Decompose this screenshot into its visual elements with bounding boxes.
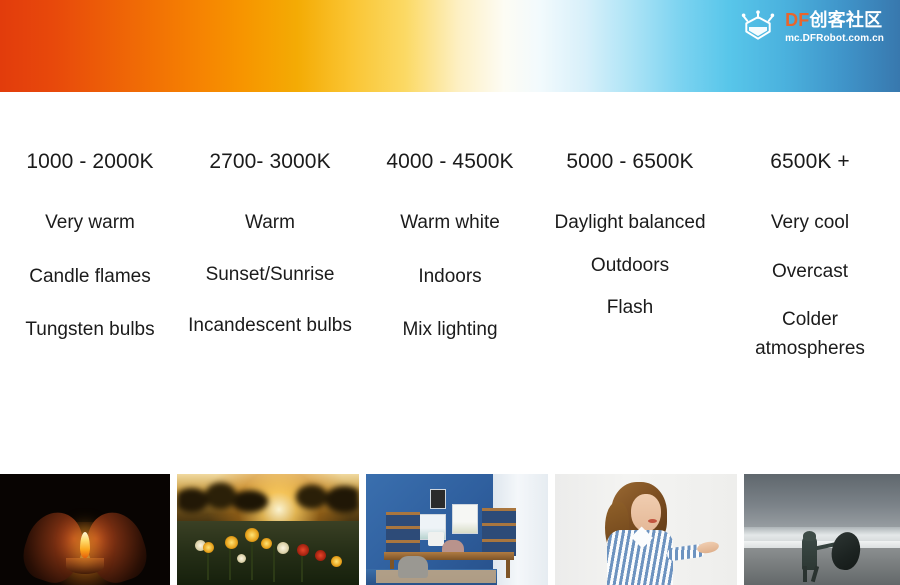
color-temperature-table: 1000 - 2000K Very warm Candle flames Tun… [0,150,900,364]
temperature-column-4: 5000 - 6500K Daylight balanced Outdoors … [540,150,720,364]
desk-leg [506,560,510,578]
column-items: Very cool Overcast Colder atmospheres [726,208,894,364]
temperature-column-1: 1000 - 2000K Very warm Candle flames Tun… [0,150,180,364]
list-item: Warm [245,212,295,234]
photo-person-with-umbrella-stormy-beach [744,474,900,585]
flower [237,554,246,563]
photo-woman-in-striped-shirt [555,474,737,585]
flower [245,528,259,542]
list-item: Tungsten bulbs [25,319,155,341]
list-item: Outdoors [590,254,670,276]
wall-frame [452,504,478,534]
dfrobot-community-logo: DF创客社区 mc.DFRobot.com.cn [740,9,884,45]
photo-sunset-over-flower-meadow [177,474,359,585]
overcast-sky [744,474,900,530]
flower-stem [273,544,275,582]
flower [225,536,238,549]
list-item: Flash [606,297,654,319]
list-item: Mix lighting [402,319,498,341]
tree-line [177,474,359,518]
meadow-ground [177,521,359,585]
kelvin-range-label: 2700- 3000K [209,150,331,173]
armchair [398,556,428,578]
temperature-column-2: 2700- 3000K Warm Sunset/Sunrise Incandes… [180,150,360,364]
wall-frame [430,489,446,509]
kelvin-range-label: 6500K + [770,150,850,173]
dfrobot-robot-head-icon [740,9,776,45]
list-item: Sunset/Sunrise [205,263,335,285]
kelvin-range-label: 1000 - 2000K [26,150,154,173]
column-items: Very warm Candle flames Tungsten bulbs [6,208,174,344]
kelvin-range-label: 4000 - 4500K [386,150,514,173]
flame [80,532,90,558]
logo-url: mc.DFRobot.com.cn [785,32,884,44]
column-items: Warm white Indoors Mix lighting [366,208,534,344]
bookshelf-right [482,508,516,556]
list-item: Incandescent bulbs [188,315,352,337]
oil-lamp [66,558,104,574]
list-item: Overcast [771,260,849,282]
column-items: Daylight balanced Outdoors Flash [546,208,714,322]
list-item: Warm white [400,212,500,234]
color-temperature-infographic: DF创客社区 mc.DFRobot.com.cn 1000 - 2000K Ve… [0,0,900,585]
flower [277,542,289,554]
face [631,494,661,532]
column-items: Warm Sunset/Sunrise Incandescent bulbs [186,208,354,340]
rug [376,570,496,583]
flower [331,556,342,567]
flower [261,538,272,549]
list-item: Candle flames [29,265,151,287]
temperature-column-5: 6500K + Very cool Overcast Colder atmosp… [720,150,900,364]
leg [803,566,807,582]
photo-blue-wall-office-interior [366,474,548,585]
example-photo-strip [0,474,900,585]
list-item: Very warm [45,212,135,234]
list-item: Colder atmospheres [755,309,865,360]
logo-brand: DF创客社区 [785,11,884,29]
flower [203,542,214,553]
photo-candle-flame-in-hands [0,474,170,585]
list-item: Daylight balanced [554,212,706,234]
lips [648,519,657,523]
flower [297,544,309,556]
logo-brand-cn: 创客社区 [809,9,883,30]
logo-brand-df: DF [785,9,810,30]
hood [803,531,816,541]
list-item: Indoors [418,265,482,287]
logo-text-block: DF创客社区 mc.DFRobot.com.cn [785,11,884,44]
bookshelf-left [386,512,420,554]
flower [315,550,326,561]
temperature-column-3: 4000 - 4500K Warm white Indoors Mix ligh… [360,150,540,364]
wet-sand [744,548,900,585]
list-item: Very cool [770,212,850,234]
desk-lamp [428,532,444,546]
kelvin-range-label: 5000 - 6500K [566,150,694,173]
